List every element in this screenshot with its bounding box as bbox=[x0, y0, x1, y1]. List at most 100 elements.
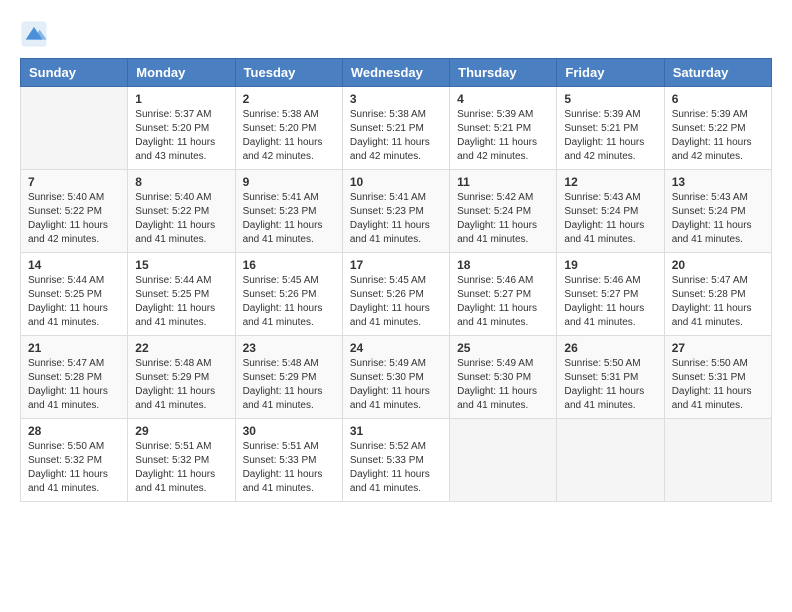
cell-info: Sunrise: 5:44 AMSunset: 5:25 PMDaylight:… bbox=[135, 274, 227, 330]
calendar-cell bbox=[21, 87, 128, 170]
calendar-cell: 18Sunrise: 5:46 AMSunset: 5:27 PMDayligh… bbox=[450, 253, 557, 336]
calendar-cell: 8 Sunrise: 5:40 AMSunset: 5:22 PMDaylight… bbox=[128, 170, 235, 253]
calendar-cell: 10Sunrise: 5:41 AMSunset: 5:23 PMDayligh… bbox=[342, 170, 449, 253]
weekday-header-sunday: Sunday bbox=[21, 59, 128, 87]
cell-info: Sunrise: 5:39 AMSunset: 5:21 PMDaylight:… bbox=[564, 108, 656, 164]
cell-info: Sunrise: 5:38 AMSunset: 5:20 PMDaylight:… bbox=[243, 108, 335, 164]
day-number: 28 bbox=[28, 424, 120, 438]
day-number: 20 bbox=[672, 258, 764, 272]
day-number: 2 bbox=[243, 92, 335, 106]
calendar-cell bbox=[450, 419, 557, 502]
day-number: 7 bbox=[28, 175, 120, 189]
calendar-cell: 2 Sunrise: 5:38 AMSunset: 5:20 PMDaylight… bbox=[235, 87, 342, 170]
calendar-week-5: 28 Sunrise: 5:50 AMSunset: 5:32 PMDayligh… bbox=[21, 419, 772, 502]
cell-info: Sunrise: 5:44 AMSunset: 5:25 PMDaylight:… bbox=[28, 274, 120, 330]
calendar-cell: 1 Sunrise: 5:37 AMSunset: 5:20 PMDaylight… bbox=[128, 87, 235, 170]
logo bbox=[20, 20, 52, 48]
calendar-cell: 17 Sunrise: 5:45 AMSunset: 5:26 PMDayligh… bbox=[342, 253, 449, 336]
calendar-cell: 21Sunrise: 5:47 AMSunset: 5:28 PMDayligh… bbox=[21, 336, 128, 419]
calendar-cell: 31Sunrise: 5:52 AMSunset: 5:33 PMDayligh… bbox=[342, 419, 449, 502]
calendar-cell: 14 Sunrise: 5:44 AMSunset: 5:25 PMDayligh… bbox=[21, 253, 128, 336]
cell-info: Sunrise: 5:42 AMSunset: 5:24 PMDaylight:… bbox=[457, 191, 549, 247]
cell-info: Sunrise: 5:50 AMSunset: 5:31 PMDaylight:… bbox=[564, 357, 656, 413]
cell-info: Sunrise: 5:39 AMSunset: 5:22 PMDaylight:… bbox=[672, 108, 764, 164]
cell-info: Sunrise: 5:43 AMSunset: 5:24 PMDaylight:… bbox=[564, 191, 656, 247]
cell-info: Sunrise: 5:38 AMSunset: 5:21 PMDaylight:… bbox=[350, 108, 442, 164]
logo-icon bbox=[20, 20, 48, 48]
day-number: 22 bbox=[135, 341, 227, 355]
cell-info: Sunrise: 5:40 AMSunset: 5:22 PMDaylight:… bbox=[28, 191, 120, 247]
calendar-cell: 4 Sunrise: 5:39 AMSunset: 5:21 PMDaylight… bbox=[450, 87, 557, 170]
weekday-header-friday: Friday bbox=[557, 59, 664, 87]
day-number: 13 bbox=[672, 175, 764, 189]
cell-info: Sunrise: 5:41 AMSunset: 5:23 PMDaylight:… bbox=[350, 191, 442, 247]
calendar-cell: 20 Sunrise: 5:47 AMSunset: 5:28 PMDayligh… bbox=[664, 253, 771, 336]
calendar-cell bbox=[557, 419, 664, 502]
day-number: 23 bbox=[243, 341, 335, 355]
cell-info: Sunrise: 5:50 AMSunset: 5:31 PMDaylight:… bbox=[672, 357, 764, 413]
calendar-cell: 23 Sunrise: 5:48 AMSunset: 5:29 PMDayligh… bbox=[235, 336, 342, 419]
calendar-cell: 19Sunrise: 5:46 AMSunset: 5:27 PMDayligh… bbox=[557, 253, 664, 336]
weekday-header-wednesday: Wednesday bbox=[342, 59, 449, 87]
cell-info: Sunrise: 5:37 AMSunset: 5:20 PMDaylight:… bbox=[135, 108, 227, 164]
calendar-cell bbox=[664, 419, 771, 502]
cell-info: Sunrise: 5:48 AMSunset: 5:29 PMDaylight:… bbox=[243, 357, 335, 413]
cell-info: Sunrise: 5:43 AMSunset: 5:24 PMDaylight:… bbox=[672, 191, 764, 247]
cell-info: Sunrise: 5:47 AMSunset: 5:28 PMDaylight:… bbox=[672, 274, 764, 330]
calendar-week-4: 21Sunrise: 5:47 AMSunset: 5:28 PMDayligh… bbox=[21, 336, 772, 419]
calendar-header-row: SundayMondayTuesdayWednesdayThursdayFrid… bbox=[21, 59, 772, 87]
cell-info: Sunrise: 5:48 AMSunset: 5:29 PMDaylight:… bbox=[135, 357, 227, 413]
day-number: 31 bbox=[350, 424, 442, 438]
weekday-header-tuesday: Tuesday bbox=[235, 59, 342, 87]
day-number: 29 bbox=[135, 424, 227, 438]
calendar-cell: 27 Sunrise: 5:50 AMSunset: 5:31 PMDayligh… bbox=[664, 336, 771, 419]
calendar-cell: 16Sunrise: 5:45 AMSunset: 5:26 PMDayligh… bbox=[235, 253, 342, 336]
calendar-cell: 24 Sunrise: 5:49 AMSunset: 5:30 PMDayligh… bbox=[342, 336, 449, 419]
day-number: 15 bbox=[135, 258, 227, 272]
day-number: 11 bbox=[457, 175, 549, 189]
weekday-header-monday: Monday bbox=[128, 59, 235, 87]
cell-info: Sunrise: 5:40 AMSunset: 5:22 PMDaylight:… bbox=[135, 191, 227, 247]
calendar-cell: 3 Sunrise: 5:38 AMSunset: 5:21 PMDaylight… bbox=[342, 87, 449, 170]
calendar-cell: 15 Sunrise: 5:44 AMSunset: 5:25 PMDayligh… bbox=[128, 253, 235, 336]
weekday-header-thursday: Thursday bbox=[450, 59, 557, 87]
day-number: 19 bbox=[564, 258, 656, 272]
day-number: 30 bbox=[243, 424, 335, 438]
calendar-cell: 29 Sunrise: 5:51 AMSunset: 5:32 PMDayligh… bbox=[128, 419, 235, 502]
weekday-header-saturday: Saturday bbox=[664, 59, 771, 87]
calendar-cell: 25Sunrise: 5:49 AMSunset: 5:30 PMDayligh… bbox=[450, 336, 557, 419]
day-number: 17 bbox=[350, 258, 442, 272]
calendar-cell: 13 Sunrise: 5:43 AMSunset: 5:24 PMDayligh… bbox=[664, 170, 771, 253]
day-number: 18 bbox=[457, 258, 549, 272]
day-number: 9 bbox=[243, 175, 335, 189]
cell-info: Sunrise: 5:39 AMSunset: 5:21 PMDaylight:… bbox=[457, 108, 549, 164]
day-number: 27 bbox=[672, 341, 764, 355]
cell-info: Sunrise: 5:45 AMSunset: 5:26 PMDaylight:… bbox=[243, 274, 335, 330]
calendar-cell: 12Sunrise: 5:43 AMSunset: 5:24 PMDayligh… bbox=[557, 170, 664, 253]
day-number: 26 bbox=[564, 341, 656, 355]
day-number: 6 bbox=[672, 92, 764, 106]
calendar-cell: 28 Sunrise: 5:50 AMSunset: 5:32 PMDayligh… bbox=[21, 419, 128, 502]
day-number: 25 bbox=[457, 341, 549, 355]
calendar-table: SundayMondayTuesdayWednesdayThursdayFrid… bbox=[20, 58, 772, 502]
day-number: 14 bbox=[28, 258, 120, 272]
cell-info: Sunrise: 5:50 AMSunset: 5:32 PMDaylight:… bbox=[28, 440, 120, 496]
day-number: 5 bbox=[564, 92, 656, 106]
calendar-cell: 11 Sunrise: 5:42 AMSunset: 5:24 PMDayligh… bbox=[450, 170, 557, 253]
cell-info: Sunrise: 5:47 AMSunset: 5:28 PMDaylight:… bbox=[28, 357, 120, 413]
calendar-cell: 30Sunrise: 5:51 AMSunset: 5:33 PMDayligh… bbox=[235, 419, 342, 502]
day-number: 8 bbox=[135, 175, 227, 189]
cell-info: Sunrise: 5:51 AMSunset: 5:32 PMDaylight:… bbox=[135, 440, 227, 496]
calendar-cell: 5 Sunrise: 5:39 AMSunset: 5:21 PMDaylight… bbox=[557, 87, 664, 170]
day-number: 4 bbox=[457, 92, 549, 106]
cell-info: Sunrise: 5:41 AMSunset: 5:23 PMDaylight:… bbox=[243, 191, 335, 247]
calendar-week-2: 7 Sunrise: 5:40 AMSunset: 5:22 PMDaylight… bbox=[21, 170, 772, 253]
calendar-cell: 26 Sunrise: 5:50 AMSunset: 5:31 PMDayligh… bbox=[557, 336, 664, 419]
day-number: 24 bbox=[350, 341, 442, 355]
calendar-week-1: 1 Sunrise: 5:37 AMSunset: 5:20 PMDaylight… bbox=[21, 87, 772, 170]
cell-info: Sunrise: 5:49 AMSunset: 5:30 PMDaylight:… bbox=[350, 357, 442, 413]
day-number: 1 bbox=[135, 92, 227, 106]
day-number: 3 bbox=[350, 92, 442, 106]
calendar-cell: 9 Sunrise: 5:41 AMSunset: 5:23 PMDaylight… bbox=[235, 170, 342, 253]
cell-info: Sunrise: 5:45 AMSunset: 5:26 PMDaylight:… bbox=[350, 274, 442, 330]
